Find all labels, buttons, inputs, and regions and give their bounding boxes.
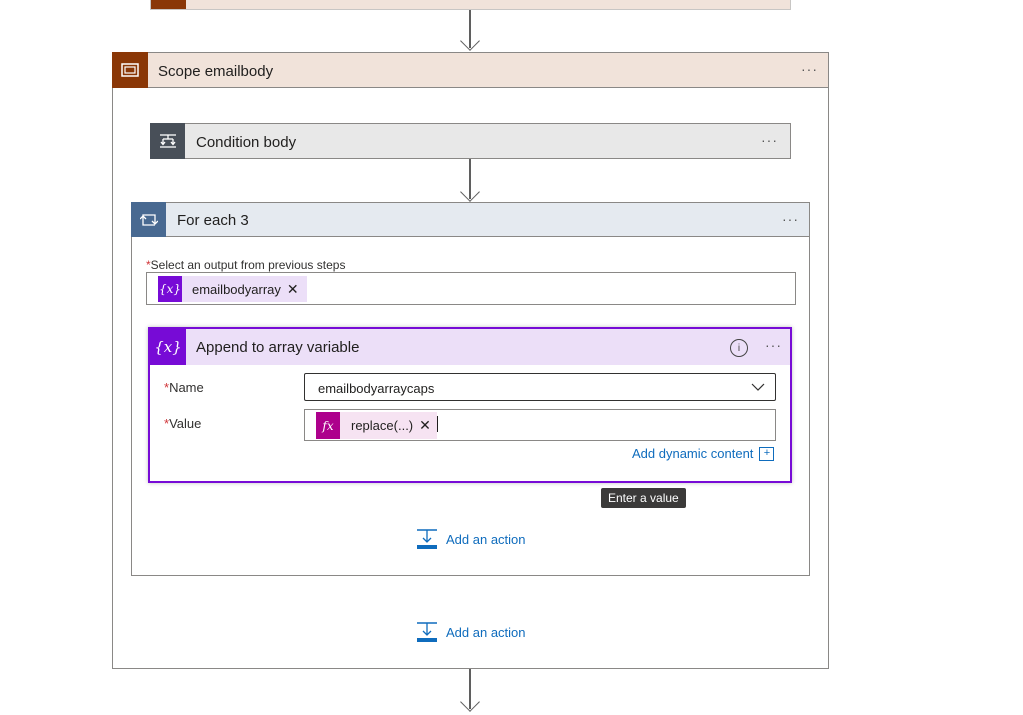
select-output-input[interactable]: {x} emailbodyarray ✕ xyxy=(146,272,796,305)
foreach-title: For each 3 xyxy=(177,212,249,229)
foreach-more-menu[interactable]: ··· xyxy=(782,212,799,226)
foreach-header[interactable]: For each 3 ··· xyxy=(131,202,810,237)
append-more-menu[interactable]: ··· xyxy=(765,338,782,352)
scope-icon xyxy=(112,52,148,88)
condition-icon xyxy=(150,123,185,159)
chevron-down-icon xyxy=(751,383,765,391)
function-icon: fx xyxy=(316,412,340,439)
remove-token-icon[interactable]: ✕ xyxy=(287,281,299,298)
replace-expression-token[interactable]: fx replace(...) ✕ xyxy=(316,412,437,439)
emailbodyarray-token[interactable]: {x} emailbodyarray ✕ xyxy=(158,276,307,302)
text-cursor xyxy=(437,416,438,432)
add-action-icon xyxy=(417,529,437,549)
token-label: emailbodyarray xyxy=(192,281,281,297)
previous-action-card[interactable] xyxy=(150,0,791,10)
name-label: *Name xyxy=(164,380,204,395)
token-label: replace(...) xyxy=(351,418,414,433)
name-dropdown[interactable]: emailbodyarraycaps xyxy=(304,373,776,401)
name-value: emailbodyarraycaps xyxy=(318,381,435,396)
scope-header[interactable]: Scope emailbody ··· xyxy=(112,52,829,88)
inner-add-action-button[interactable]: Add an action xyxy=(416,528,526,550)
previous-action-icon xyxy=(151,0,186,9)
remove-token-icon[interactable]: ✕ xyxy=(419,417,431,434)
add-dynamic-content-link[interactable]: Add dynamic content + xyxy=(632,446,775,461)
append-variable-card: {x} Append to array variable i ··· *Name… xyxy=(148,327,792,483)
info-icon[interactable]: i xyxy=(730,339,748,357)
variable-icon: {x} xyxy=(158,276,182,302)
add-plus-icon: + xyxy=(759,446,775,461)
append-variable-header[interactable]: {x} Append to array variable i ··· xyxy=(150,329,790,365)
scope-more-menu[interactable]: ··· xyxy=(801,62,818,76)
append-variable-title: Append to array variable xyxy=(196,339,360,356)
tooltip: Enter a value xyxy=(601,488,686,508)
variable-icon: {x} xyxy=(150,329,186,365)
value-label: *Value xyxy=(164,416,202,431)
condition-card[interactable]: Condition body ··· xyxy=(150,123,791,159)
scope-title: Scope emailbody xyxy=(158,63,274,80)
value-input[interactable]: fx replace(...) ✕ xyxy=(304,409,776,441)
add-action-icon xyxy=(417,622,437,642)
loop-icon xyxy=(131,202,166,237)
outer-add-action-button[interactable]: Add an action xyxy=(416,621,526,643)
select-output-label: *Select an output from previous steps xyxy=(146,258,346,272)
condition-more-menu[interactable]: ··· xyxy=(761,133,778,147)
condition-title: Condition body xyxy=(196,134,297,151)
